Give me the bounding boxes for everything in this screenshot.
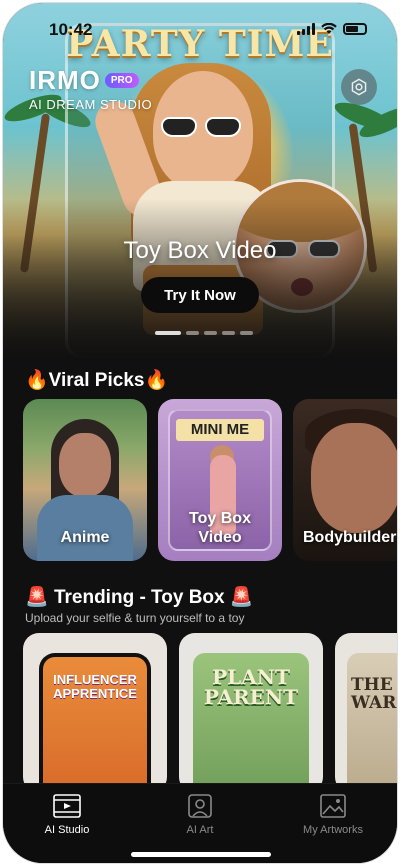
tab-my-artworks[interactable]: My Artworks: [273, 794, 393, 836]
settings-button[interactable]: [341, 69, 377, 105]
brand-subtitle: AI DREAM STUDIO: [29, 97, 153, 112]
hero-title: Toy Box Video: [123, 237, 277, 264]
battery-icon: [343, 23, 367, 35]
try-it-now-button[interactable]: Try It Now: [141, 277, 259, 313]
trending-title: Trending - Toy Box: [53, 587, 225, 608]
influencer-apprentice-card[interactable]: INFLUENCER APPRENTICE: [23, 633, 167, 793]
siren-icon: 🚨: [25, 587, 49, 608]
pro-badge[interactable]: PRO: [104, 73, 139, 88]
film-icon: [53, 794, 81, 818]
card-label: Bodybuilder: [303, 528, 397, 546]
carousel-dot[interactable]: [240, 331, 253, 335]
carousel-dots[interactable]: [155, 331, 253, 335]
toy-box-video-card[interactable]: MINI ME Toy Box Video: [158, 399, 282, 561]
poster-text: PLANT PARENT: [203, 665, 299, 709]
brand-name: IRMO: [29, 65, 101, 95]
war-card[interactable]: THE WAR: [335, 633, 397, 793]
tab-label: My Artworks: [303, 824, 363, 836]
bottom-tab-bar: AI Studio AI Art My Artworks: [3, 783, 397, 863]
poster-text: INFLUENCER APPRENTICE: [53, 672, 137, 701]
plant-parent-card[interactable]: PLANT PARENT: [179, 633, 323, 793]
trending-subtitle: Upload your selfie & turn yourself to a …: [25, 611, 245, 625]
sunglasses-icon: [161, 117, 243, 139]
wifi-icon: [321, 23, 337, 34]
tab-label: AI Studio: [44, 824, 90, 836]
gear-icon: [351, 78, 367, 96]
poster-text: THE WAR: [351, 675, 397, 713]
carousel-dot[interactable]: [186, 331, 199, 335]
carousel-dot[interactable]: [222, 331, 235, 335]
gallery-icon: [320, 794, 346, 818]
viral-picks-heading: 🔥Viral Picks🔥: [25, 368, 168, 392]
bodybuilder-card[interactable]: Bodybuilder: [293, 399, 397, 561]
anime-card[interactable]: Anime: [23, 399, 147, 561]
carousel-dot[interactable]: [204, 331, 217, 335]
app-screen: PARTY TIME 10:42 IRMO PRO AI DREAM STUDIO…: [3, 3, 397, 863]
tab-ai-studio[interactable]: AI Studio: [7, 794, 127, 836]
status-bar: 10:42: [3, 3, 397, 47]
siren-icon: 🚨: [229, 587, 254, 608]
home-indicator[interactable]: [131, 852, 271, 857]
card-label: Anime: [60, 528, 110, 546]
tab-label: AI Art: [186, 824, 214, 836]
viral-picks-title: Viral Picks: [48, 370, 145, 391]
tab-ai-art[interactable]: AI Art: [140, 794, 260, 836]
status-time: 10:42: [49, 20, 93, 39]
brand-header: IRMO PRO AI DREAM STUDIO: [29, 65, 152, 112]
mini-me-poster-text: MINI ME: [176, 419, 264, 441]
card-label: Toy Box Video: [189, 509, 251, 546]
trending-heading: 🚨 Trending - Toy Box 🚨: [25, 585, 254, 609]
fire-icon: 🔥: [25, 370, 49, 391]
carousel-dot[interactable]: [155, 331, 181, 335]
fire-icon: 🔥: [144, 370, 169, 391]
portrait-icon: [188, 794, 212, 818]
signal-icon: [297, 23, 315, 35]
